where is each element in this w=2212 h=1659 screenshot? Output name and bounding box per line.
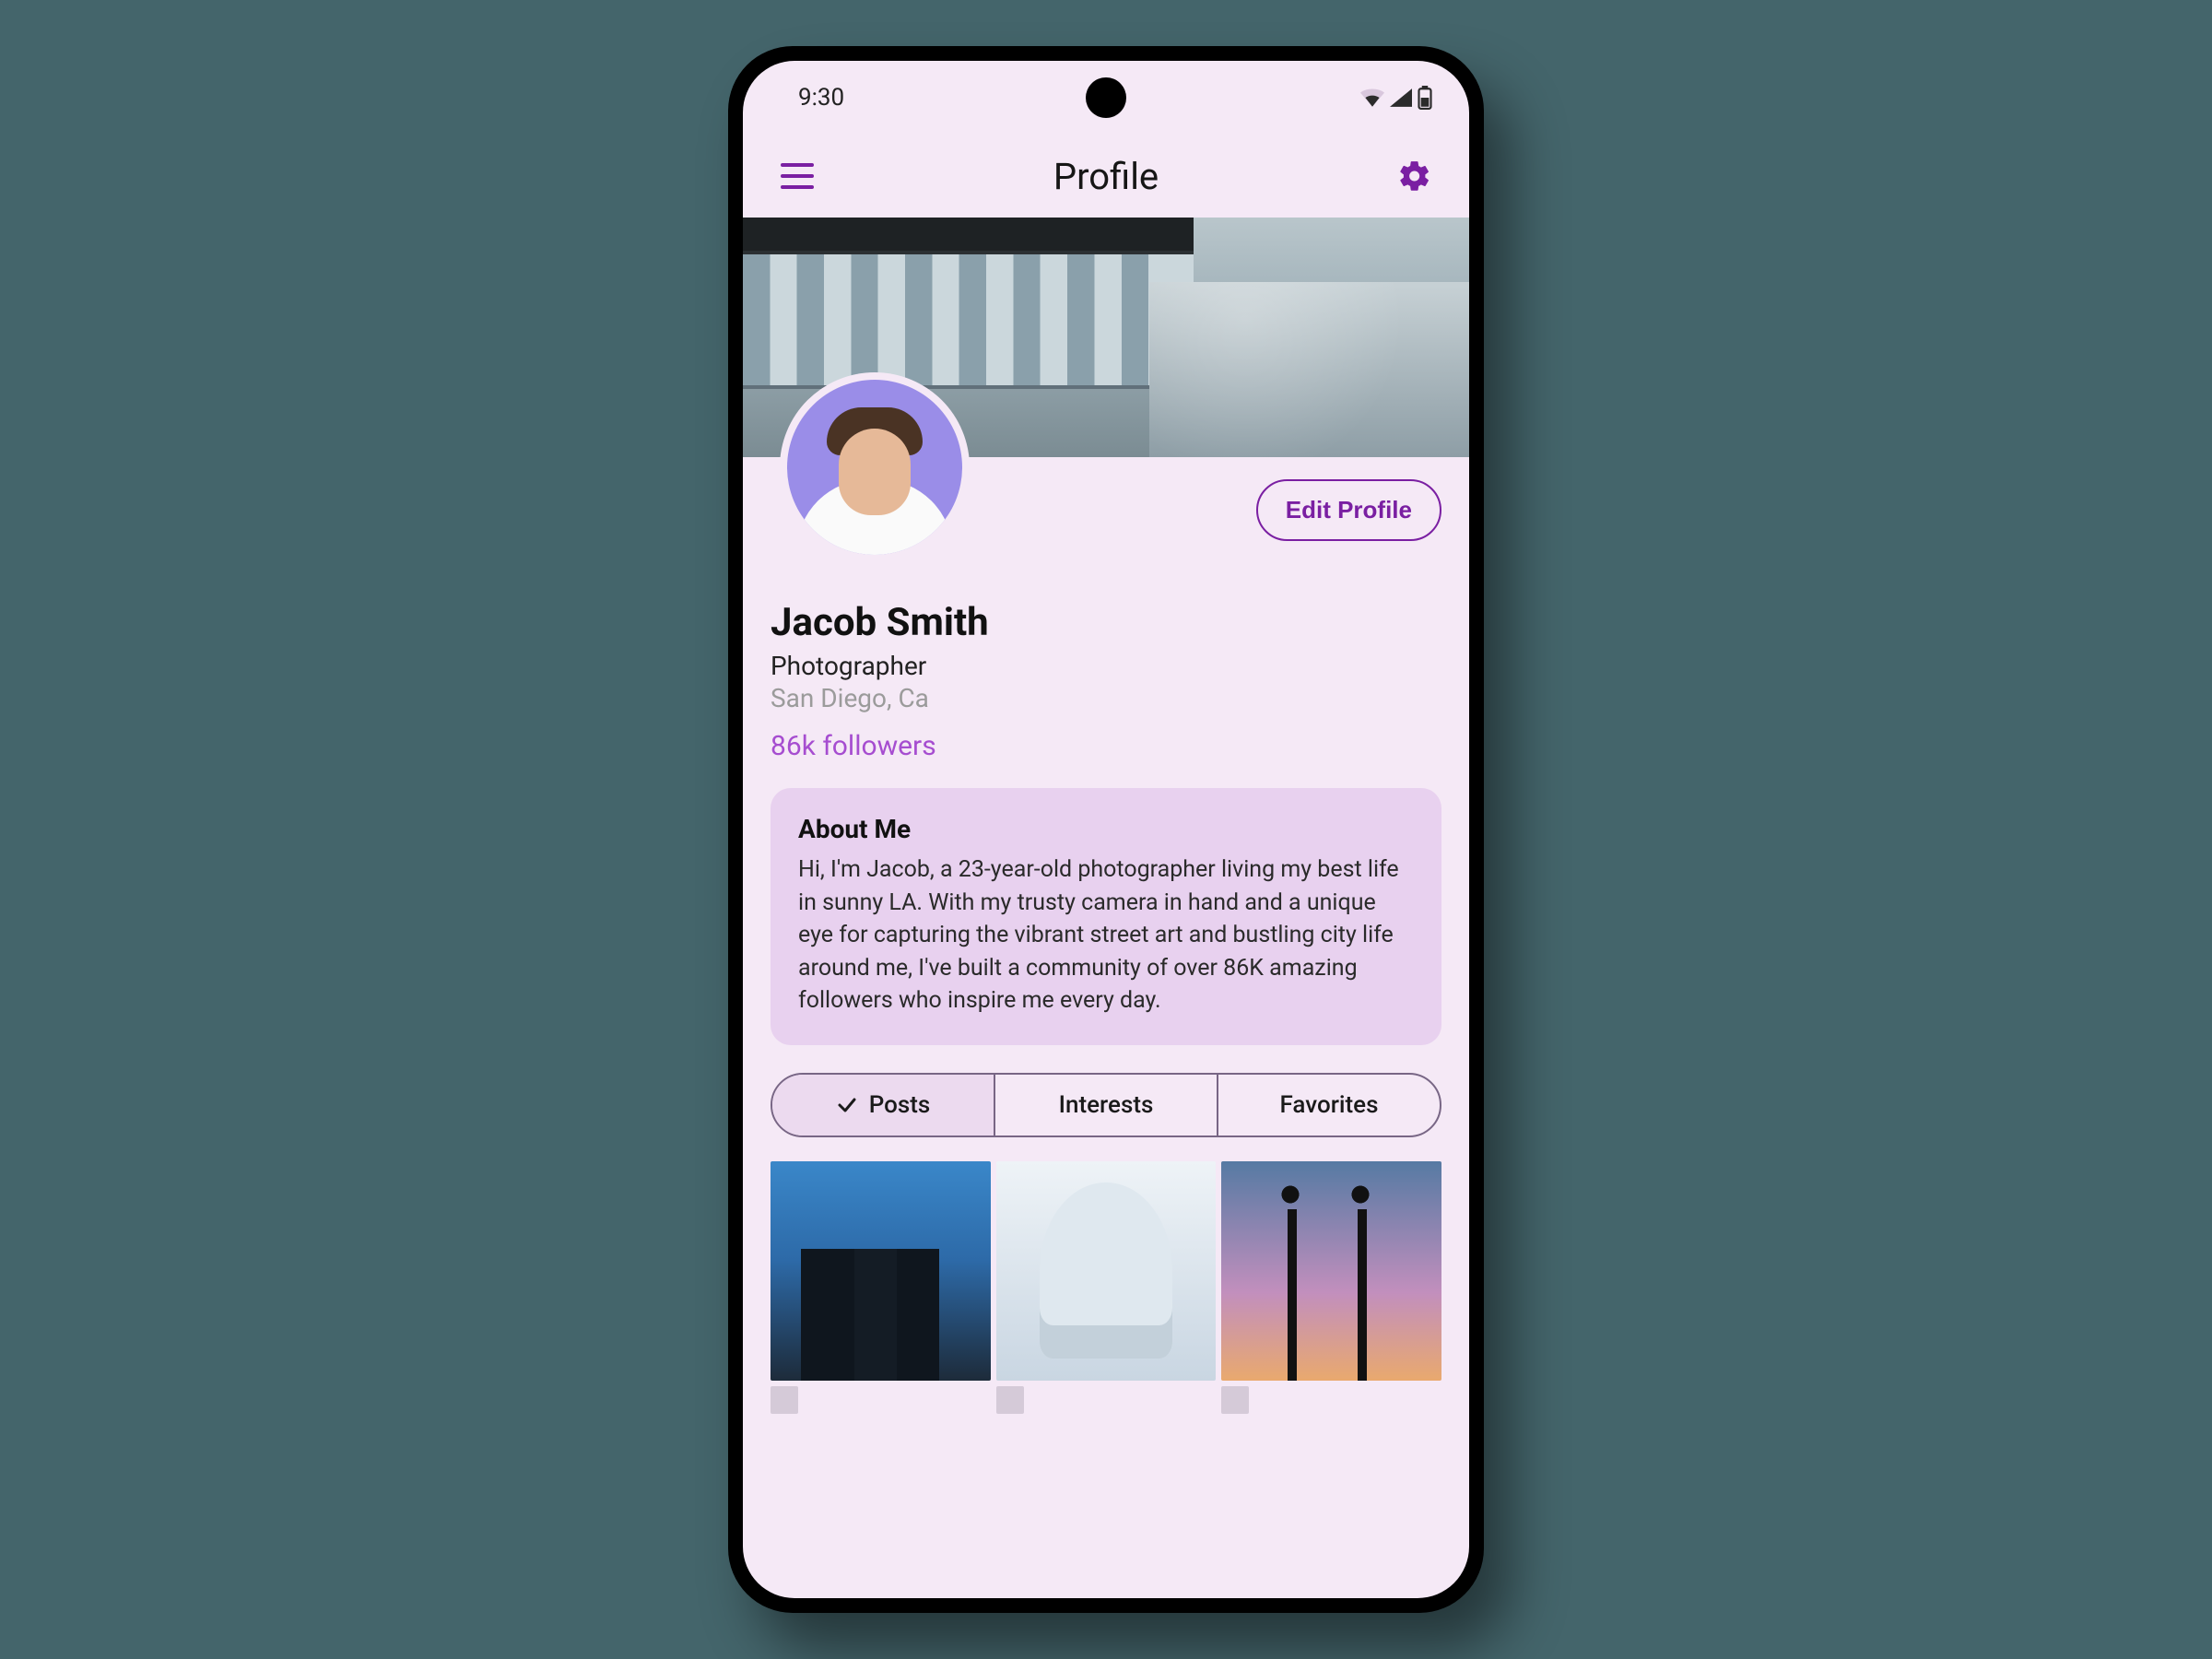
avatar[interactable]: [780, 372, 970, 562]
device-frame: 9:30 Profile: [728, 46, 1484, 1613]
tab-posts-label: Posts: [869, 1091, 931, 1119]
about-body: Hi, I'm Jacob, a 23-year-old photographe…: [798, 853, 1414, 1018]
tab-favorites-label: Favorites: [1280, 1091, 1379, 1119]
edit-profile-button[interactable]: Edit Profile: [1256, 479, 1441, 541]
status-icons: [1360, 86, 1432, 110]
status-time: 9:30: [798, 84, 844, 112]
profile-role: Photographer: [771, 651, 1441, 681]
gear-icon: [1397, 159, 1432, 194]
battery-icon: [1418, 86, 1432, 110]
wifi-icon: [1360, 88, 1384, 107]
post-thumbnail[interactable]: [996, 1386, 1024, 1414]
settings-button[interactable]: [1392, 153, 1438, 199]
followers-link[interactable]: 86k followers: [771, 730, 1441, 762]
tab-interests[interactable]: Interests: [995, 1075, 1218, 1135]
check-icon: [836, 1094, 858, 1116]
post-thumbnail[interactable]: [771, 1386, 798, 1414]
tab-favorites[interactable]: Favorites: [1218, 1075, 1440, 1135]
identity-block: Jacob Smith Photographer San Diego, Ca 8…: [771, 541, 1441, 762]
app-bar: Profile: [743, 135, 1469, 218]
tab-posts[interactable]: Posts: [772, 1075, 995, 1135]
cellular-icon: [1390, 88, 1412, 107]
hamburger-icon: [781, 163, 814, 189]
post-thumbnail[interactable]: [1221, 1386, 1249, 1414]
post-thumbnail[interactable]: [771, 1161, 991, 1382]
about-card: About Me Hi, I'm Jacob, a 23-year-old ph…: [771, 788, 1441, 1045]
about-title: About Me: [798, 814, 1414, 844]
profile-location: San Diego, Ca: [771, 683, 1441, 713]
content-scroll[interactable]: Edit Profile Jacob Smith Photographer Sa…: [743, 218, 1469, 1598]
posts-grid-row2: [771, 1386, 1441, 1414]
profile-name: Jacob Smith: [771, 600, 1441, 645]
screen: 9:30 Profile: [743, 61, 1469, 1598]
menu-button[interactable]: [774, 153, 820, 199]
posts-grid: [771, 1161, 1441, 1382]
post-thumbnail[interactable]: [996, 1161, 1217, 1382]
camera-hole: [1086, 77, 1126, 118]
profile-tabs: Posts Interests Favorites: [771, 1073, 1441, 1137]
post-thumbnail[interactable]: [1221, 1161, 1441, 1382]
page-title: Profile: [820, 155, 1392, 198]
tab-interests-label: Interests: [1059, 1091, 1154, 1119]
